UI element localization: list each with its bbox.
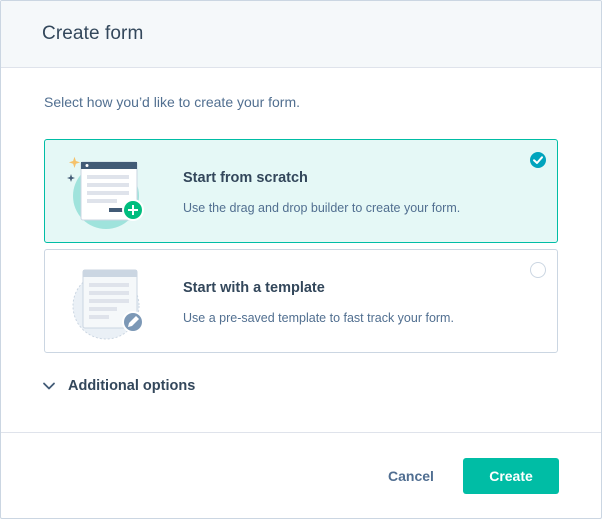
- option-description: Use a pre-saved template to fast track y…: [183, 311, 454, 325]
- option-description: Use the drag and drop builder to create …: [183, 201, 461, 215]
- dialog-footer: Cancel Create: [1, 432, 601, 518]
- option-start-with-template[interactable]: Start with a template Use a pre-saved te…: [44, 249, 558, 353]
- option-title: Start with a template: [183, 280, 325, 296]
- empty-radio-icon[interactable]: [530, 262, 546, 278]
- option-title: Start from scratch: [183, 170, 308, 186]
- additional-options-label: Additional options: [68, 378, 196, 394]
- dialog-title: Create form: [42, 23, 144, 44]
- template-pencil-illustration: [72, 269, 144, 340]
- option-start-from-scratch[interactable]: Start from scratch Use the drag and drop…: [44, 139, 558, 243]
- form-plus-illustration: [67, 156, 144, 229]
- additional-options-toggle[interactable]: Additional options: [42, 378, 195, 394]
- create-form-dialog: Create form Select how you’d like to cre…: [0, 0, 602, 519]
- create-button[interactable]: Create: [463, 458, 559, 494]
- cancel-button[interactable]: Cancel: [373, 458, 449, 494]
- dialog-subtitle: Select how you’d like to create your for…: [44, 94, 301, 110]
- check-circle-icon[interactable]: [530, 152, 546, 168]
- chevron-down-icon: [43, 382, 55, 390]
- dialog-header: Create form: [1, 1, 601, 68]
